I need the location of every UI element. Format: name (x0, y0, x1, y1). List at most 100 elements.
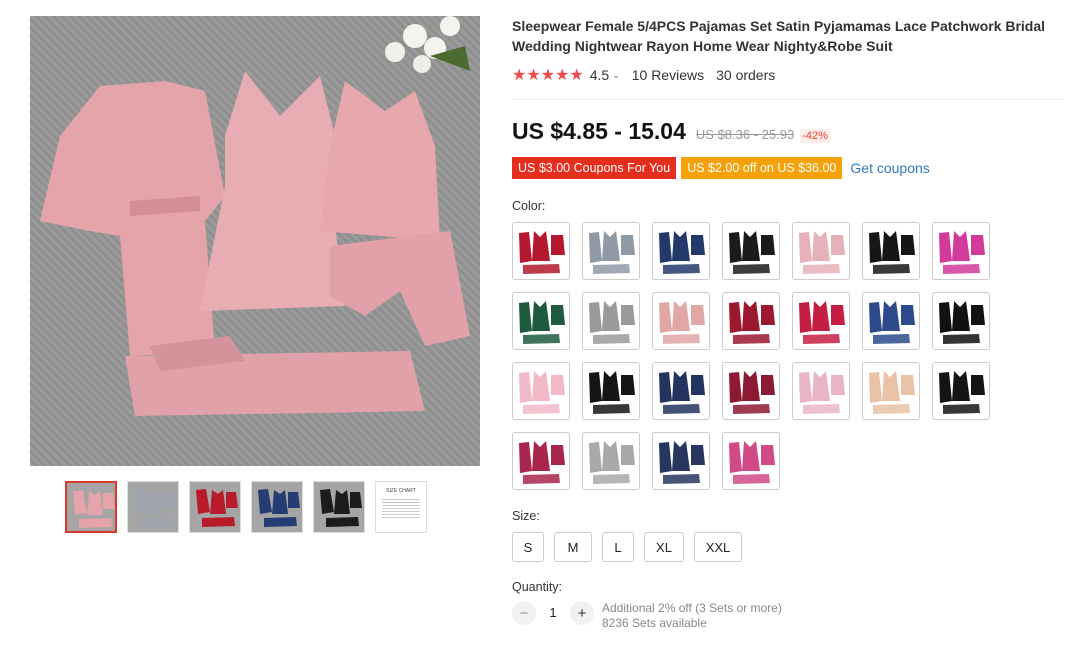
size-option-l[interactable]: L (602, 532, 634, 562)
color-swatch[interactable] (722, 362, 780, 420)
product-title: Sleepwear Female 5/4PCS Pajamas Set Sati… (512, 18, 1046, 54)
reviews-link[interactable]: 10 Reviews (632, 67, 704, 83)
color-swatch[interactable] (582, 432, 640, 490)
discount-badge: -42% (800, 129, 830, 143)
pajama-icon (589, 371, 635, 414)
pajama-icon (729, 301, 775, 344)
color-swatch[interactable] (722, 432, 780, 490)
size-option-s[interactable]: S (512, 532, 544, 562)
pajama-icon (869, 371, 915, 414)
size-label: Size: (512, 509, 540, 523)
original-price: US $8.36 - 25.93 (695, 127, 795, 142)
pajama-icon (589, 231, 635, 274)
pajama-icon (939, 231, 985, 274)
color-swatch[interactable] (862, 222, 920, 280)
pajama-icon (73, 490, 115, 528)
bulk-offer-text: Additional 2% off (3 Sets or more) (602, 601, 782, 615)
color-swatch[interactable] (652, 292, 710, 350)
pajama-icon (589, 441, 635, 484)
pajama-icon (659, 231, 705, 274)
store-coupon-tag[interactable]: US $3.00 Coupons For You (512, 157, 677, 179)
color-swatch[interactable] (512, 222, 570, 280)
color-swatch[interactable] (512, 432, 570, 490)
star-rating-icon: ★★★★★ (512, 67, 584, 84)
pajama-icon (519, 441, 565, 484)
color-swatch[interactable] (932, 222, 990, 280)
thumbnail-pink[interactable] (65, 481, 117, 533)
product-info-panel: Sleepwear Female 5/4PCS Pajamas Set Sati… (512, 16, 1062, 631)
size-option-xl[interactable]: XL (644, 532, 684, 562)
increase-quantity-button[interactable]: + (570, 601, 594, 625)
pajama-icon (519, 371, 565, 414)
color-swatch[interactable] (722, 292, 780, 350)
color-swatch[interactable] (582, 362, 640, 420)
pajama-icon (519, 301, 565, 344)
size-option-m[interactable]: M (554, 532, 592, 562)
color-swatch[interactable] (652, 362, 710, 420)
price-row: US $4.85 - 15.04 US $8.36 - 25.93 -42% (512, 118, 1062, 145)
coupon-row: US $3.00 Coupons For You US $2.00 off on… (512, 157, 1062, 179)
flower-decoration (385, 16, 470, 73)
pajama-icon (939, 301, 985, 344)
pajama-icon (519, 231, 565, 274)
thumbnail-gray[interactable] (127, 481, 179, 533)
color-swatch[interactable] (582, 292, 640, 350)
thumbnail-navy[interactable] (251, 481, 303, 533)
color-swatch[interactable] (792, 222, 850, 280)
quantity-label: Quantity: (512, 580, 563, 594)
pajama-icon (134, 489, 176, 527)
divider (512, 99, 1062, 100)
get-coupons-link[interactable]: Get coupons (850, 160, 929, 176)
color-swatch[interactable] (792, 292, 850, 350)
color-swatch[interactable] (722, 222, 780, 280)
size-option-xxl[interactable]: XXL (694, 532, 742, 562)
quantity-info: Additional 2% off (3 Sets or more) 8236 … (602, 601, 782, 631)
size-chart-table (382, 498, 420, 518)
rating-row: ★★★★★ 4.5 ⌄ 10 Reviews 30 orders (512, 66, 1062, 84)
rating-score[interactable]: 4.5 (590, 67, 609, 83)
color-swatch[interactable] (512, 292, 570, 350)
pajama-icon (659, 441, 705, 484)
color-swatch[interactable] (652, 432, 710, 490)
color-swatch-grid (512, 222, 1062, 490)
pajama-icon (869, 301, 915, 344)
pajama-icon (258, 489, 300, 527)
pajama-icon (729, 231, 775, 274)
quantity-input[interactable]: 1 (536, 601, 570, 625)
color-swatch[interactable] (792, 362, 850, 420)
current-price: US $4.85 - 15.04 (512, 118, 686, 144)
chevron-down-icon[interactable]: ⌄ (612, 70, 620, 81)
pajama-icon (869, 231, 915, 274)
pajama-icon (659, 371, 705, 414)
pajama-icon (589, 301, 635, 344)
pajama-icon (196, 489, 238, 527)
pajama-icon (659, 301, 705, 344)
pajama-icon (320, 489, 362, 527)
pajama-icon (799, 231, 845, 274)
thumbnail-black[interactable] (313, 481, 365, 533)
pajama-icon (799, 301, 845, 344)
decrease-quantity-button[interactable]: − (512, 601, 536, 625)
color-swatch[interactable] (652, 222, 710, 280)
stock-available-text: 8236 Sets available (602, 616, 707, 630)
orders-count: 30 orders (716, 67, 776, 83)
thumbnail-red[interactable] (189, 481, 241, 533)
thumbnail-size-chart[interactable]: SIZE CHART (375, 481, 427, 533)
size-chart-title: SIZE CHART (386, 488, 416, 494)
pajama-icon (729, 441, 775, 484)
color-swatch[interactable] (862, 362, 920, 420)
pajama-icon (939, 371, 985, 414)
size-options: S M L XL XXL (512, 532, 1062, 562)
color-label: Color: (512, 199, 546, 213)
color-swatch[interactable] (862, 292, 920, 350)
quantity-stepper: − 1 + Additional 2% off (3 Sets or more)… (512, 601, 1062, 631)
color-swatch[interactable] (932, 292, 990, 350)
discount-coupon-tag[interactable]: US $2.00 off on US $36.00 (681, 157, 843, 179)
pajama-set-illustration (40, 16, 470, 416)
color-swatch[interactable] (512, 362, 570, 420)
color-swatch[interactable] (582, 222, 640, 280)
pajama-icon (729, 371, 775, 414)
main-product-image[interactable] (30, 16, 480, 466)
color-swatch[interactable] (932, 362, 990, 420)
pajama-icon (799, 371, 845, 414)
